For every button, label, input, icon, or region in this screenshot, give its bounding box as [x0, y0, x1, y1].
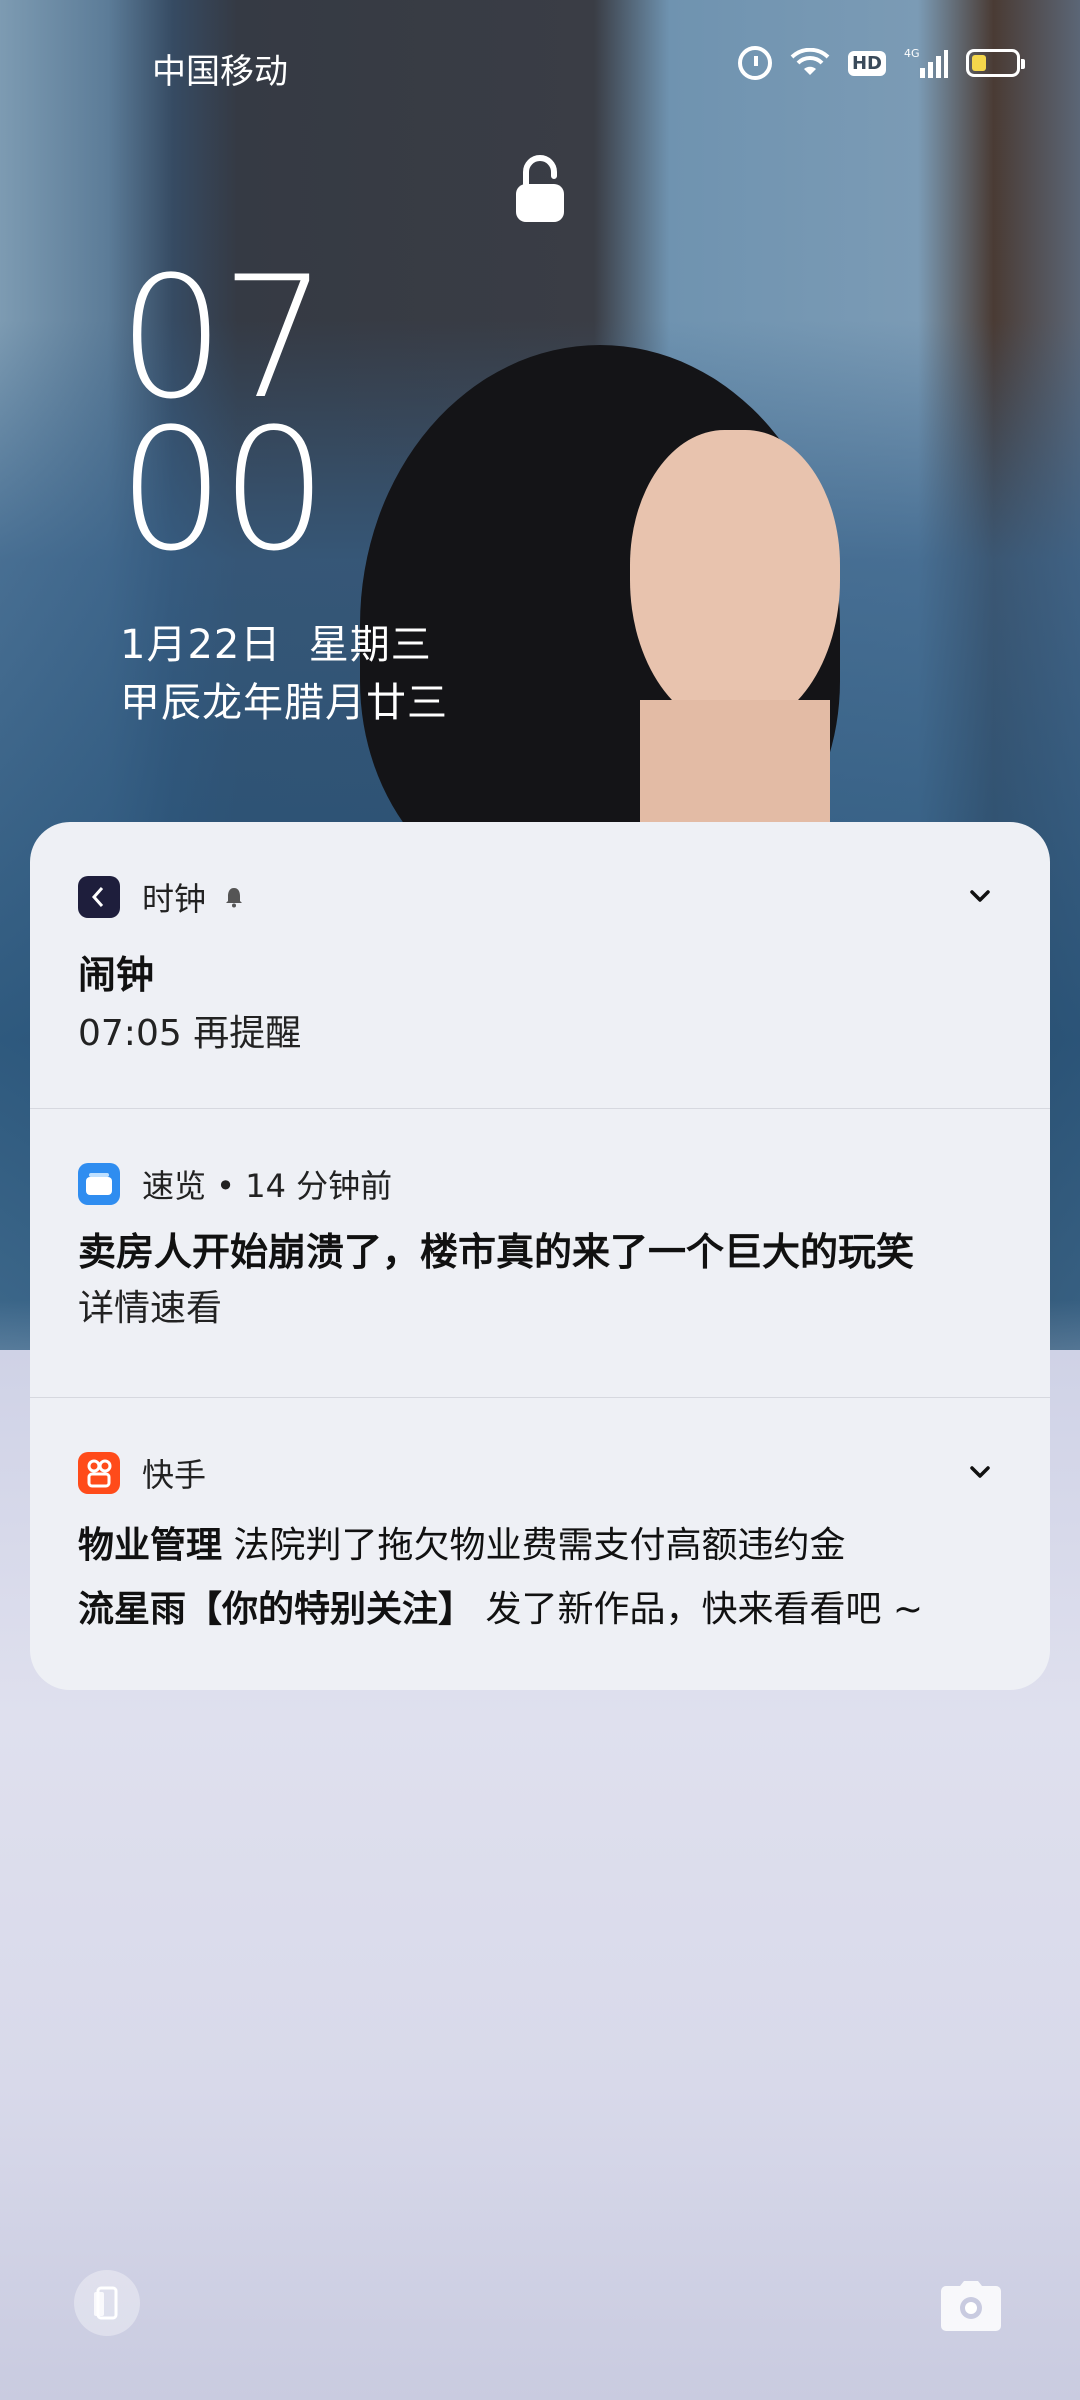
carrier-name: 中国移动 — [152, 52, 288, 92]
notification-title: 卖房人开始崩溃了，楼市真的来了一个巨大的玩笑 — [78, 1230, 915, 1274]
status-bar: 中国移动 HD 4G — [0, 0, 1080, 135]
wifi-icon — [790, 48, 830, 78]
notification-line-2: 流星雨【你的特别关注】 发了新作品，快来看看吧 ~ — [78, 1580, 923, 1632]
clock-app-icon — [78, 876, 120, 918]
notification-kuaishou[interactable]: 快手 物业管理 法院判了拖欠物业费需支付高额违约金 流星雨【你的特别关注】 发了… — [30, 1398, 1050, 1690]
notification-stack: 时钟 闹钟 07:05 再提醒 速览 • 14 分钟前 卖房人开始崩溃了，楼市真… — [30, 822, 1050, 1690]
signal-icon: 4G — [904, 46, 948, 80]
app-name: 快手 — [142, 1456, 207, 1494]
camera-icon[interactable] — [940, 2280, 1002, 2332]
lockscreen-clock: 07 00 — [118, 254, 328, 588]
suilan-app-icon — [78, 1163, 120, 1205]
notification-text: 发了新作品，快来看看吧 ~ — [474, 1589, 924, 1630]
notification-header: 时钟 — [78, 874, 246, 920]
notification-body: 07:05 再提醒 — [78, 1013, 302, 1054]
bell-icon — [226, 888, 243, 908]
notification-header: 快手 — [78, 1450, 206, 1496]
notification-suilan[interactable]: 速览 • 14 分钟前 卖房人开始崩溃了，楼市真的来了一个巨大的玩笑 详情速看 — [30, 1109, 1050, 1397]
notification-line-1: 物业管理 法院判了拖欠物业费需支付高额违约金 — [78, 1516, 845, 1568]
battery-icon — [966, 49, 1025, 77]
notification-title: 闹钟 — [78, 953, 155, 997]
notification-clock[interactable]: 时钟 闹钟 07:05 再提醒 — [30, 822, 1050, 1108]
padlock-icon[interactable] — [514, 154, 566, 224]
notification-body: 详情速看 — [78, 1288, 223, 1329]
notification-text: 法院判了拖欠物业费需支付高额违约金 — [222, 1525, 846, 1566]
chevron-down-icon[interactable] — [966, 1458, 994, 1486]
notification-sender: 物业管理 — [78, 1525, 223, 1566]
device-shortcut-icon[interactable] — [74, 2270, 140, 2336]
kuaishou-app-icon — [78, 1452, 120, 1494]
lunar-date-text: 甲辰龙年腊月廿三 — [120, 680, 448, 726]
svg-text:4G: 4G — [904, 47, 920, 60]
date-text: 1月22日 星期三 — [120, 622, 432, 668]
clock-minute: 00 — [118, 392, 328, 588]
app-name: 时钟 — [142, 880, 207, 918]
hd-icon: HD — [847, 50, 886, 76]
chevron-down-icon[interactable] — [966, 882, 994, 910]
notification-sender: 流星雨【你的特别关注】 — [78, 1589, 475, 1630]
alarm-icon — [737, 46, 772, 80]
status-icons: HD 4G — [737, 46, 1025, 80]
app-name-time: 速览 • 14 分钟前 — [142, 1167, 393, 1205]
notification-header: 速览 • 14 分钟前 — [78, 1161, 392, 1207]
